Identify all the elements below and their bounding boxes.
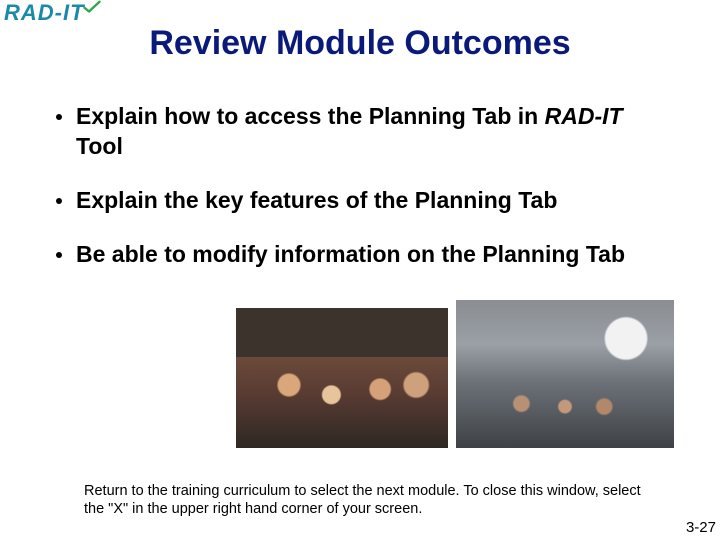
- app-logo: RAD-IT: [4, 2, 101, 24]
- bullet-text-ital: RAD-IT: [545, 103, 623, 129]
- bullet-text: Be able to modify information on the Pla…: [76, 240, 625, 270]
- bullet-text-post: Tool: [76, 133, 123, 159]
- photo-placeholder: [456, 300, 674, 448]
- photo-classroom-discussion: [236, 308, 448, 448]
- bullet-dot-icon: [56, 252, 62, 258]
- bullet-text: Explain how to access the Planning Tab i…: [76, 102, 670, 162]
- bullet-list: Explain how to access the Planning Tab i…: [56, 102, 670, 294]
- slide-title: Review Module Outcomes: [0, 24, 720, 63]
- bullet-dot-icon: [56, 198, 62, 204]
- list-item: Explain the key features of the Planning…: [56, 186, 670, 216]
- bullet-text-pre: Explain how to access the Planning Tab i…: [76, 103, 545, 129]
- logo-text: RAD-IT: [4, 2, 85, 24]
- bullet-text-pre: Explain the key features of the Planning…: [76, 187, 557, 213]
- bullet-dot-icon: [56, 114, 62, 120]
- page-number: 3-27: [686, 519, 716, 536]
- check-icon: [83, 0, 101, 14]
- photo-lecture-hall: [456, 300, 674, 448]
- bullet-text-pre: Be able to modify information on the Pla…: [76, 241, 625, 267]
- list-item: Be able to modify information on the Pla…: [56, 240, 670, 270]
- footer-instruction: Return to the training curriculum to sel…: [84, 482, 644, 518]
- photo-placeholder: [236, 308, 448, 448]
- image-row: [236, 308, 674, 456]
- bullet-text: Explain the key features of the Planning…: [76, 186, 557, 216]
- list-item: Explain how to access the Planning Tab i…: [56, 102, 670, 162]
